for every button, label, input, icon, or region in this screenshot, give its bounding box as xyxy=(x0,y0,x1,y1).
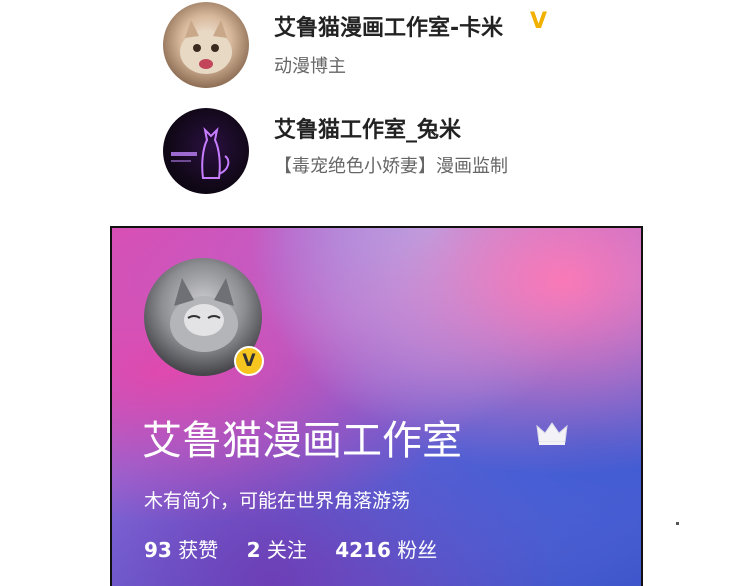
stat-value: 4216 xyxy=(335,538,391,562)
user-name[interactable]: 艾鲁猫工作室_兔米 xyxy=(274,112,461,144)
stat-label: 获赞 xyxy=(178,538,219,562)
user-subtitle: 动漫博主 xyxy=(274,56,346,77)
stat-followers[interactable]: 4216 粉丝 xyxy=(335,538,437,562)
stat-likes[interactable]: 93 获赞 xyxy=(144,538,218,562)
verified-icon: V xyxy=(530,9,548,34)
crown-icon xyxy=(536,420,568,450)
user-avatar[interactable] xyxy=(163,108,249,194)
stat-value: 93 xyxy=(144,538,172,562)
verified-badge-icon: V xyxy=(234,346,264,376)
user-avatar[interactable] xyxy=(163,2,249,88)
user-subtitle: 【毒宠绝色小娇妻】漫画监制 xyxy=(274,156,508,177)
profile-stats: 93 获赞 2 关注 4216 粉丝 xyxy=(144,534,437,563)
neon-cat-avatar-icon xyxy=(171,126,230,179)
profile-bio: 木有简介，可能在世界角落游荡 xyxy=(144,490,411,512)
decorative-dot xyxy=(676,522,679,525)
stat-value: 2 xyxy=(246,538,261,562)
stat-following[interactable]: 2 关注 xyxy=(247,538,307,562)
stat-label: 关注 xyxy=(266,538,307,562)
cat-avatar-icon xyxy=(180,20,232,74)
user-name[interactable]: 艾鲁猫漫画工作室-卡米 xyxy=(274,10,503,42)
profile-name: 艾鲁猫漫画工作室 xyxy=(142,418,462,464)
stat-label: 粉丝 xyxy=(397,538,438,562)
profile-card[interactable]: V 艾鲁猫漫画工作室 木有简介，可能在世界角落游荡 93 获赞 2 关注 421… xyxy=(110,226,643,586)
